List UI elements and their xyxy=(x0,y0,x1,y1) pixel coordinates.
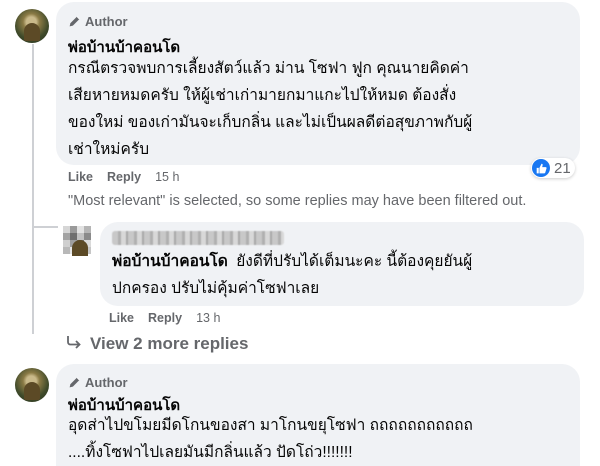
thread-branch xyxy=(32,226,58,228)
avatar[interactable] xyxy=(15,368,49,402)
author-badge: Author xyxy=(68,14,128,29)
author-badge: Author xyxy=(68,375,128,390)
reply-button[interactable]: Reply xyxy=(107,170,141,184)
comment-line: ....ทิ้งโซฟาไปเลยมันมีกลิ่นแล้ว ปัดโถ่ว!… xyxy=(68,444,353,461)
mentioned-name[interactable]: พ่อบ้านบ้าคอนโด xyxy=(112,253,228,270)
author-badge-label: Author xyxy=(85,14,128,29)
reply-bubble: พ่อบ้านบ้าคอนโด ยังดีที่ปรับได้เต็มนะคะ … xyxy=(100,222,584,306)
like-thumb-icon xyxy=(532,159,550,177)
reply-text: พ่อบ้านบ้าคอนโด ยังดีที่ปรับได้เต็มนะคะ … xyxy=(112,248,472,302)
avatar[interactable] xyxy=(15,9,49,43)
avatar[interactable] xyxy=(63,226,93,256)
comment-line: กรณีตรวจพบการเลี้ยงสัตว์แล้ว ม่าน โซฟา ฟ… xyxy=(68,60,469,77)
comment-bubble: Author พ่อบ้านบ้าคอนโด อุดส่าไปขโมยมีดโก… xyxy=(56,364,580,466)
redacted-name xyxy=(112,231,284,245)
author-badge-label: Author xyxy=(85,375,128,390)
comment-actions: Like Reply 15 h xyxy=(68,170,179,184)
comment-text: กรณีตรวจพบการเลี้ยงสัตว์แล้ว ม่าน โซฟา ฟ… xyxy=(68,55,472,163)
comment-line: ของใหม่ ของเก่ามันจะเก็บกลิ่น และไม่เป็น… xyxy=(68,114,473,131)
comment-line: เสียหายหมดครับ ให้ผู้เช่าเก่ามายกมาแกะไป… xyxy=(68,87,457,104)
reaction-count: 21 xyxy=(554,159,571,177)
comment-line: อุดส่าไปขโมยมีดโกนของสา มาโกนขยุโซฟา ถถถ… xyxy=(68,417,473,434)
like-button[interactable]: Like xyxy=(109,311,134,325)
comment-text: อุดส่าไปขโมยมีดโกนของสา มาโกนขยุโซฟา ถถถ… xyxy=(68,412,473,466)
view-more-label: View 2 more replies xyxy=(90,334,249,353)
like-button[interactable]: Like xyxy=(68,170,93,184)
comment-line: เช่าใหม่ครับ xyxy=(68,141,150,158)
timestamp[interactable]: 15 h xyxy=(155,170,179,184)
timestamp[interactable]: 13 h xyxy=(196,311,220,325)
pencil-icon xyxy=(68,15,81,28)
reaction-summary[interactable]: 21 xyxy=(531,158,575,178)
comment-line: ยังดีที่ปรับได้เต็มนะคะ นี้ต้องคุยยันผู้ xyxy=(236,253,473,270)
pencil-icon xyxy=(68,376,81,389)
view-more-replies[interactable]: View 2 more replies xyxy=(66,334,248,354)
thread-line xyxy=(32,44,34,334)
comment-bubble: Author พ่อบ้านบ้าคอนโด กรณีตรวจพบการเลี้… xyxy=(56,2,580,165)
reply-arrow-icon xyxy=(66,334,82,354)
comment-line: ปกครอง ปรับไม่คุ้มค่าโซฟาเลย xyxy=(112,280,320,297)
filter-notice: "Most relevant" is selected, so some rep… xyxy=(68,193,527,209)
reply-button[interactable]: Reply xyxy=(148,311,182,325)
reply-actions: Like Reply 13 h xyxy=(109,311,220,325)
